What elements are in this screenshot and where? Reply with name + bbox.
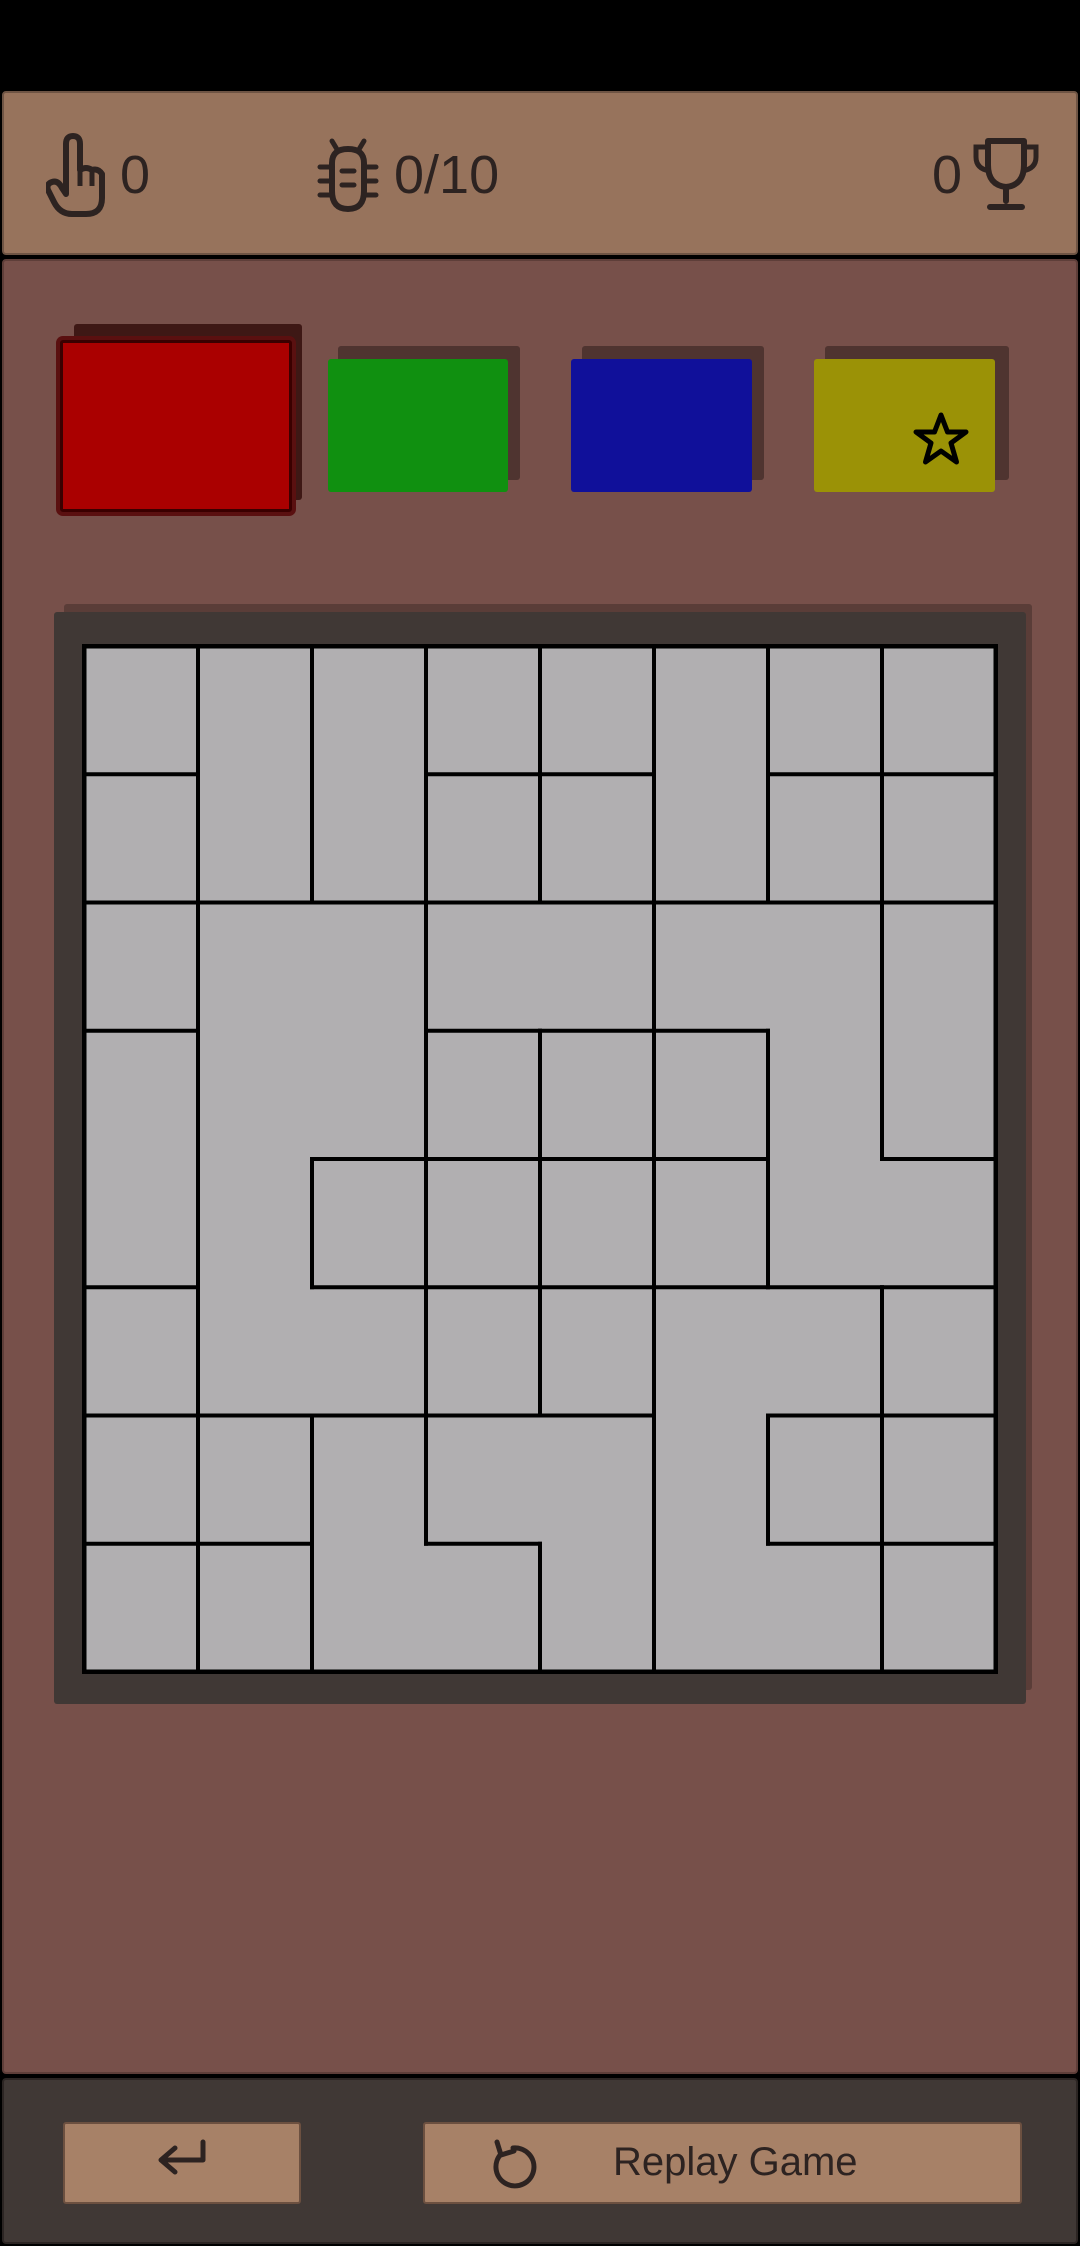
board-cell[interactable] (768, 646, 882, 775)
board-cell[interactable] (540, 1030, 654, 1159)
board-cell[interactable] (882, 1415, 996, 1544)
board-cell[interactable] (426, 1415, 540, 1544)
status-bar (0, 0, 1080, 88)
bugs-counter: 0/10 (316, 93, 499, 257)
board-cell[interactable] (312, 1543, 426, 1672)
color-swatch-blue[interactable] (571, 359, 752, 492)
header-bar: 0 0/10 0 (2, 91, 1078, 255)
board-cell[interactable] (540, 902, 654, 1031)
board-cell[interactable] (768, 1159, 882, 1288)
board-cell[interactable] (426, 774, 540, 903)
board-cell[interactable] (84, 646, 198, 775)
board-cell[interactable] (882, 902, 996, 1031)
board-cell[interactable] (882, 1030, 996, 1159)
board-cell[interactable] (540, 774, 654, 903)
board-cell[interactable] (198, 1543, 312, 1672)
trophy-count: 0 (932, 145, 963, 205)
trophy-icon (970, 135, 1042, 215)
board-cell[interactable] (654, 646, 768, 775)
board-cell[interactable] (426, 1543, 540, 1672)
board-cell[interactable] (882, 1543, 996, 1672)
board-cell[interactable] (426, 1030, 540, 1159)
bottom-bar: Replay Game (2, 2078, 1078, 2244)
taps-counter: 0 (46, 93, 150, 257)
board-cell[interactable] (654, 1030, 768, 1159)
board-cell[interactable] (312, 902, 426, 1031)
board-cell[interactable] (654, 1543, 768, 1672)
bugs-progress: 0/10 (394, 145, 500, 205)
board-cell[interactable] (84, 1415, 198, 1544)
bug-icon (316, 137, 380, 213)
puzzle-board[interactable] (82, 644, 998, 1674)
board-cell[interactable] (882, 1159, 996, 1288)
board-cell[interactable] (198, 902, 312, 1031)
board-cell[interactable] (312, 1030, 426, 1159)
board-cell[interactable] (426, 1159, 540, 1288)
board-cell[interactable] (882, 774, 996, 903)
tap-hand-icon (46, 132, 108, 218)
board-cell[interactable] (198, 1159, 312, 1288)
board-cell[interactable] (882, 1287, 996, 1416)
board-cell[interactable] (654, 1159, 768, 1288)
board-cell[interactable] (768, 1287, 882, 1416)
color-swatch-red[interactable] (60, 340, 292, 512)
return-arrow-icon (155, 2138, 209, 2188)
board-cell[interactable] (654, 902, 768, 1031)
color-swatch-yellow[interactable] (814, 359, 995, 492)
board-cell[interactable] (654, 774, 768, 903)
board-cell[interactable] (198, 1287, 312, 1416)
board-cell[interactable] (312, 1415, 426, 1544)
replay-icon (487, 2138, 537, 2202)
board-cell[interactable] (768, 902, 882, 1031)
board-cell[interactable] (882, 646, 996, 775)
board-cell[interactable] (426, 902, 540, 1031)
board-cell[interactable] (540, 1543, 654, 1672)
board-cell[interactable] (768, 774, 882, 903)
board-cell[interactable] (654, 1287, 768, 1416)
board-cell[interactable] (768, 1415, 882, 1544)
board-cell[interactable] (198, 646, 312, 775)
trophy-counter: 0 (932, 93, 1042, 257)
replay-game-button[interactable]: Replay Game (423, 2122, 1022, 2204)
back-button[interactable] (63, 2122, 301, 2204)
board-cell[interactable] (312, 1287, 426, 1416)
board-cell[interactable] (540, 1159, 654, 1288)
board-cell[interactable] (768, 1543, 882, 1672)
board-cell[interactable] (768, 1030, 882, 1159)
board-cell[interactable] (312, 1159, 426, 1288)
board-cell[interactable] (312, 774, 426, 903)
board-cell[interactable] (84, 902, 198, 1031)
board-cell[interactable] (84, 1287, 198, 1416)
board-cell[interactable] (540, 1415, 654, 1544)
board-cell[interactable] (654, 1415, 768, 1544)
board-cell[interactable] (312, 646, 426, 775)
taps-count: 0 (120, 145, 151, 205)
board-cell[interactable] (84, 774, 198, 903)
star-icon (912, 411, 970, 472)
replay-label: Replay Game (613, 2140, 858, 2184)
board-cell[interactable] (84, 1030, 198, 1159)
board-cell[interactable] (426, 646, 540, 775)
board-cell[interactable] (198, 774, 312, 903)
board-cell[interactable] (84, 1159, 198, 1288)
board-cell[interactable] (540, 1287, 654, 1416)
color-swatch-green[interactable] (328, 359, 508, 492)
board-cell[interactable] (198, 1030, 312, 1159)
board-cell[interactable] (426, 1287, 540, 1416)
board-cell[interactable] (84, 1543, 198, 1672)
board-cell[interactable] (198, 1415, 312, 1544)
board-cell[interactable] (540, 646, 654, 775)
